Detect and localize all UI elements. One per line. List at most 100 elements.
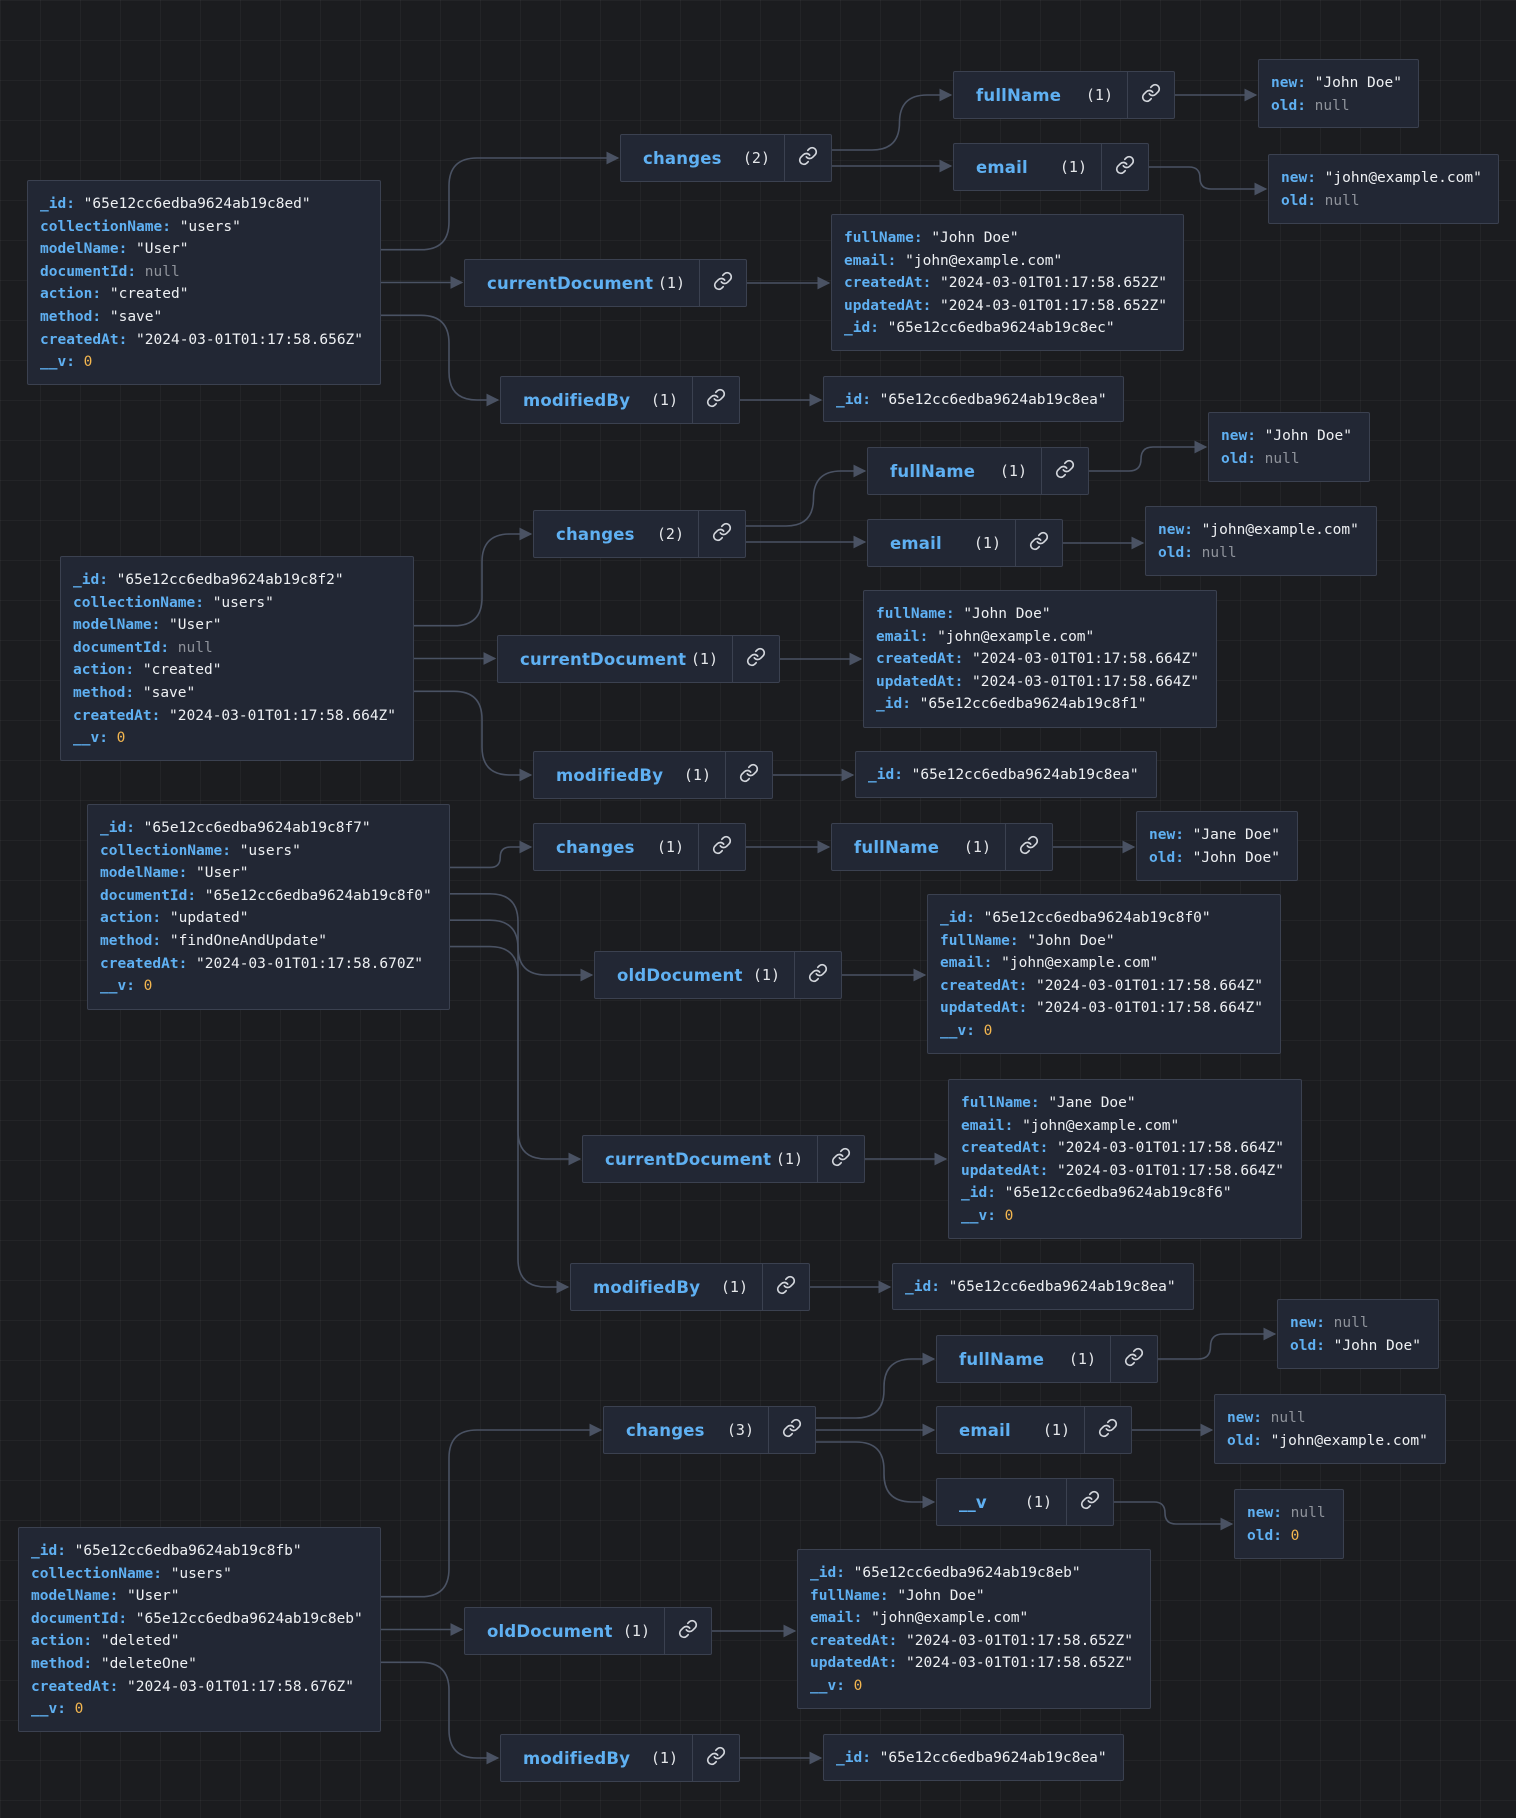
- group-old-document[interactable]: oldDocument (1): [594, 951, 842, 999]
- audit-record-node[interactable]: _id: "65e12cc6edba9624ab19c8fb" collectio…: [18, 1527, 381, 1732]
- link-button[interactable]: [1041, 448, 1088, 494]
- link-button[interactable]: [725, 752, 772, 798]
- group-label[interactable]: currentDocument (1): [498, 636, 732, 682]
- group-full-name[interactable]: fullName (1): [953, 71, 1175, 119]
- link-button[interactable]: [732, 636, 779, 682]
- change-value-node[interactable]: new: "john@example.com" old: null: [1268, 154, 1499, 224]
- link-button[interactable]: [1101, 144, 1148, 190]
- group-label[interactable]: oldDocument (1): [465, 1608, 664, 1654]
- field-key: createdAt: [40, 331, 119, 348]
- link-button[interactable]: [1084, 1407, 1131, 1453]
- link-button[interactable]: [1066, 1479, 1113, 1525]
- group-label[interactable]: currentDocument (1): [465, 260, 699, 306]
- group-label[interactable]: fullName (1): [937, 1336, 1110, 1382]
- field-colon: :: [195, 594, 213, 611]
- group-email[interactable]: email (1): [936, 1406, 1132, 1454]
- group-changes[interactable]: changes (2): [620, 134, 832, 182]
- group-modified-by[interactable]: modifiedBy (1): [570, 1263, 810, 1311]
- old-document-node[interactable]: _id: "65e12cc6edba9624ab19c8eb" fullName:…: [797, 1549, 1151, 1709]
- current-document-node[interactable]: fullName: "John Doe" email: "john@example…: [831, 214, 1184, 351]
- link-button[interactable]: [1015, 520, 1062, 566]
- link-button[interactable]: [817, 1136, 864, 1182]
- group-current-document[interactable]: currentDocument (1): [464, 259, 747, 307]
- link-button[interactable]: [1005, 824, 1052, 870]
- group-label[interactable]: email (1): [868, 520, 1015, 566]
- group-current-document[interactable]: currentDocument (1): [582, 1135, 865, 1183]
- group-current-document[interactable]: currentDocument (1): [497, 635, 780, 683]
- link-button[interactable]: [784, 135, 831, 181]
- field-value: "User": [127, 1588, 180, 1605]
- field-value: "created": [109, 286, 189, 303]
- group-modified-by[interactable]: modifiedBy (1): [500, 376, 740, 424]
- audit-record-node[interactable]: _id: "65e12cc6edba9624ab19c8ed" collectio…: [27, 180, 381, 385]
- field-colon: :: [187, 887, 205, 904]
- modified-by-node[interactable]: _id: "65e12cc6edba9624ab19c8ea": [892, 1263, 1194, 1310]
- group-label[interactable]: modifiedBy (1): [571, 1264, 762, 1310]
- field-row: _id: "65e12cc6edba9624ab19c8f1": [876, 693, 1204, 716]
- change-value-node[interactable]: new: null old: "john@example.com": [1214, 1394, 1446, 1464]
- group-modified-by[interactable]: modifiedBy (1): [533, 751, 773, 799]
- group-label[interactable]: fullName (1): [868, 448, 1041, 494]
- field-row: createdAt: "2024-03-01T01:17:58.670Z": [100, 953, 437, 976]
- group-label[interactable]: __v (1): [937, 1479, 1066, 1525]
- group-label[interactable]: modifiedBy (1): [534, 752, 725, 798]
- change-value-node[interactable]: new: null old: 0: [1234, 1489, 1344, 1559]
- group-label[interactable]: changes (2): [534, 511, 698, 557]
- group-changes[interactable]: changes (1): [533, 823, 746, 871]
- group-label[interactable]: currentDocument (1): [583, 1136, 817, 1182]
- group-label[interactable]: oldDocument (1): [595, 952, 794, 998]
- group-label[interactable]: changes (1): [534, 824, 698, 870]
- audit-record-node[interactable]: _id: "65e12cc6edba9624ab19c8f7" collectio…: [87, 804, 450, 1010]
- field-colon: :: [151, 707, 170, 724]
- modified-by-node[interactable]: _id: "65e12cc6edba9624ab19c8ea": [823, 1734, 1124, 1781]
- field-value: "users": [179, 218, 241, 235]
- group-label[interactable]: modifiedBy (1): [501, 377, 692, 423]
- change-value-node[interactable]: new: "john@example.com" old: null: [1145, 506, 1377, 576]
- modified-by-node[interactable]: _id: "65e12cc6edba9624ab19c8ea": [823, 376, 1124, 422]
- link-button[interactable]: [1127, 72, 1174, 118]
- field-colon: :: [836, 1565, 854, 1581]
- field-colon: :: [127, 263, 145, 280]
- audit-record-node[interactable]: _id: "65e12cc6edba9624ab19c8f2" collectio…: [60, 556, 414, 761]
- link-button[interactable]: [1110, 1336, 1157, 1382]
- change-value-node[interactable]: new: "Jane Doe" old: "John Doe": [1136, 811, 1298, 881]
- change-value-node[interactable]: new: "John Doe" old: null: [1208, 412, 1370, 482]
- change-value-node[interactable]: new: "John Doe" old: null: [1258, 59, 1419, 128]
- link-button[interactable]: [698, 824, 745, 870]
- link-button[interactable]: [692, 1735, 739, 1781]
- field-colon: :: [83, 1655, 101, 1672]
- group-full-name[interactable]: fullName (1): [831, 823, 1053, 871]
- link-button[interactable]: [699, 260, 746, 306]
- group-email[interactable]: email (1): [867, 519, 1063, 567]
- current-document-node[interactable]: fullName: "Jane Doe" email: "john@example…: [948, 1079, 1302, 1239]
- old-document-node[interactable]: _id: "65e12cc6edba9624ab19c8f0" fullName:…: [927, 894, 1281, 1054]
- link-button[interactable]: [698, 511, 745, 557]
- group-label[interactable]: modifiedBy (1): [501, 1735, 692, 1781]
- field-row: method: "save": [73, 682, 401, 705]
- group-full-name[interactable]: fullName (1): [867, 447, 1089, 495]
- link-button[interactable]: [794, 952, 841, 998]
- link-button[interactable]: [664, 1608, 711, 1654]
- current-document-node[interactable]: fullName: "John Doe" email: "john@example…: [863, 590, 1217, 728]
- link-button[interactable]: [768, 1407, 815, 1453]
- group-label[interactable]: fullName (1): [954, 72, 1127, 118]
- group-changes[interactable]: changes (3): [603, 1406, 816, 1454]
- group-email[interactable]: email (1): [953, 143, 1149, 191]
- field-colon: :: [1039, 1162, 1058, 1179]
- group-label[interactable]: changes (3): [604, 1407, 768, 1453]
- group-label[interactable]: email (1): [937, 1407, 1084, 1453]
- group-label[interactable]: changes (2): [621, 135, 784, 181]
- field-key: new: [1221, 428, 1248, 444]
- group-full-name[interactable]: fullName (1): [936, 1335, 1158, 1383]
- group-modified-by[interactable]: modifiedBy (1): [500, 1734, 740, 1782]
- group-label[interactable]: email (1): [954, 144, 1101, 190]
- link-button[interactable]: [692, 377, 739, 423]
- modified-by-node[interactable]: _id: "65e12cc6edba9624ab19c8ea": [855, 751, 1157, 798]
- group-changes[interactable]: changes (2): [533, 510, 746, 558]
- change-value-node[interactable]: new: null old: "John Doe": [1277, 1299, 1439, 1369]
- group-v[interactable]: __v (1): [936, 1478, 1114, 1526]
- field-key: new: [1227, 1410, 1254, 1426]
- group-old-document[interactable]: oldDocument (1): [464, 1607, 712, 1655]
- link-button[interactable]: [762, 1264, 809, 1310]
- group-label[interactable]: fullName (1): [832, 824, 1005, 870]
